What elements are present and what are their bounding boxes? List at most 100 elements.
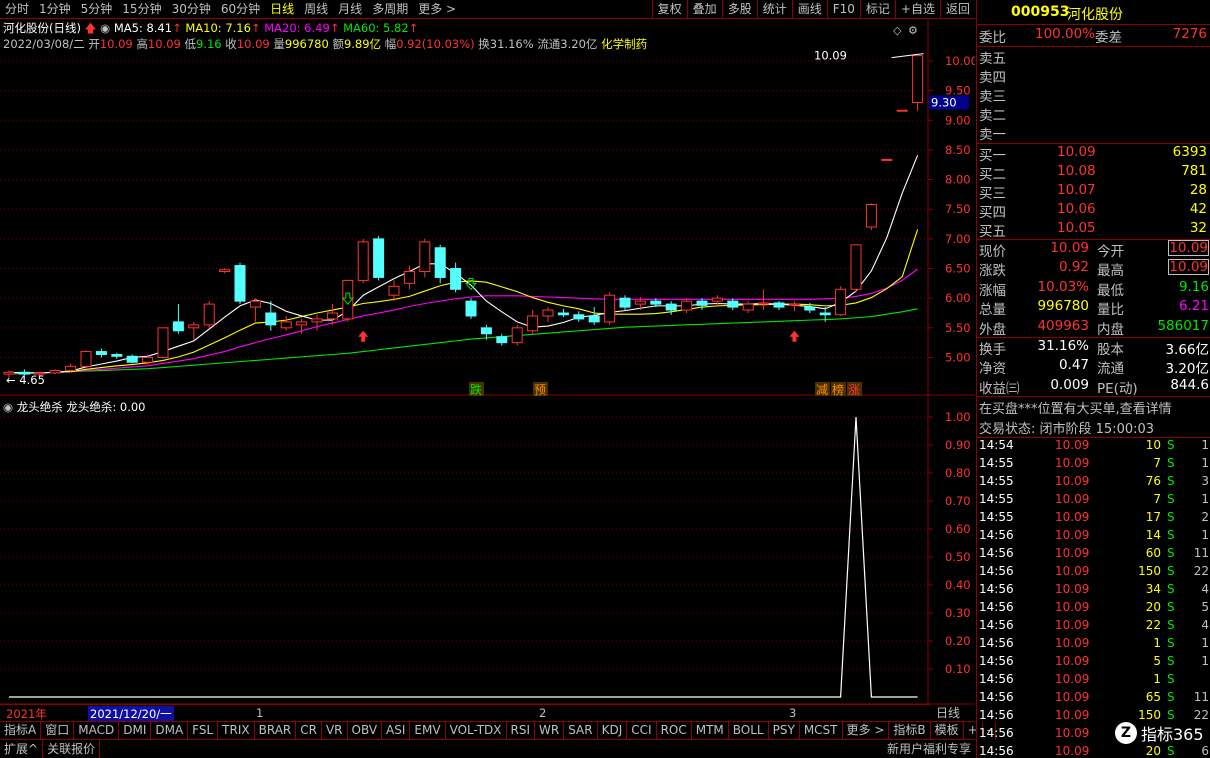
candle [450,262,462,293]
tick-volume: 76 [1145,474,1161,488]
buy-level-1: 买一 10.09 6393 [977,144,1210,164]
timeframe-9[interactable]: 多周期 [367,0,413,18]
indicator-tab-20[interactable]: MTM [692,722,729,739]
timeframe-5[interactable]: 60分钟 [216,0,265,18]
indicator-tab-21[interactable]: BOLL [729,722,769,739]
time-label-cursor: 2021/12/20/一 [88,706,174,722]
timeframe-4[interactable]: 30分钟 [167,0,216,18]
indicator-tab-22[interactable]: PSY [769,722,800,739]
fund-row-2: 收益㈢ 0.009 PE(动) 844.6 [977,377,1210,397]
stat-value: 9.16 [1178,278,1209,295]
tick-side: S [1167,438,1175,452]
indicator-tab-18[interactable]: CCI [627,722,657,739]
candle [511,324,523,346]
period-label[interactable]: 日线 [936,704,976,721]
indicator-tab-4[interactable]: DMA [151,722,189,739]
tick-price: 10.09 [1055,708,1090,722]
fund-label: 股本 [1097,342,1124,358]
buy-level-label: 买三 [979,186,1006,202]
big-order-notice[interactable]: 在买盘***位置有大买单,查看详情 [977,398,1210,417]
timeframe-0[interactable]: 分时 [0,0,34,18]
kline-chart[interactable]: 10.009.509.008.508.007.507.006.506.005.5… [0,20,975,721]
toolbar-button-1[interactable]: 叠加 [686,0,722,19]
time-label-month2: 2 [539,706,547,720]
toolbar-button-0[interactable]: 复权 [651,0,687,19]
candle [95,348,107,358]
indicator-tab-26[interactable]: 模板 [931,722,964,739]
timeframe-8[interactable]: 月线 [333,0,367,18]
stat-label: 量比 [1097,302,1124,319]
tick-side: S [1167,582,1175,596]
indicator-tab-0[interactable]: 指标A [0,722,42,739]
gear-icon[interactable]: ⚙ [908,24,918,37]
tick-price: 10.09 [1055,582,1090,596]
stat-label: 涨幅 [979,282,1006,299]
tick-side: S [1167,672,1175,686]
indicator-tab-23[interactable]: MCST [800,722,843,739]
tick-row: 14:55 10.09 7 S 1 [977,456,1210,474]
sell-arrow-icon [464,277,478,291]
tick-count: 4 [1201,582,1209,596]
sell-level-2: 卖二 [977,104,1210,124]
tick-time: 14:56 [979,600,1014,614]
timeframe-2[interactable]: 5分钟 [76,0,118,18]
indicator-tab-1[interactable]: 窗口 [41,722,75,739]
indicator-tab-17[interactable]: KDJ [598,722,628,739]
sell-level-label: 卖五 [979,51,1006,67]
tick-time: 14:55 [979,474,1014,488]
tick-side: S [1167,654,1175,668]
indicator-tab-13[interactable]: VOL-TDX [446,722,507,739]
indicator-settings-icon[interactable]: ◉ [3,400,13,414]
buy-level-price: 10.07 [1057,182,1096,198]
indicator-tab-6[interactable]: TRIX [218,722,255,739]
indicator-tab-2[interactable]: MACD [74,722,120,739]
stat-value: 0.92 [1058,259,1089,276]
toolbar-button-2[interactable]: 多股 [721,0,757,19]
indicator-tab-7[interactable]: BRAR [255,722,297,739]
indicator-y-tick: 0.70 [945,494,971,508]
indicator-tab-12[interactable]: EMV [410,722,446,739]
signal-label: 涨 [848,382,860,397]
toolbar-button-6[interactable]: 标记 [859,0,895,19]
buy-level-volume: 32 [1189,220,1207,236]
related-quotes-button[interactable]: 关联报价 [43,740,101,758]
toolbar-button-5[interactable]: F10 [826,0,860,19]
indicator-tab-9[interactable]: VR [322,722,348,739]
diamond-icon[interactable]: ◇ [893,24,902,37]
indicator-tab-25[interactable]: 指标B [889,722,931,739]
indicator-tab-5[interactable]: FSL [188,722,219,739]
timeframe-1[interactable]: 1分钟 [34,0,76,18]
indicator-tab-15[interactable]: WR [535,722,565,739]
y-tick-label: 7.50 [945,202,971,216]
buy-level-label: 买五 [979,224,1006,240]
indicator-tab-19[interactable]: ROC [657,722,692,739]
toolbar-button-8[interactable]: 返回 [939,0,975,19]
timeframe-6[interactable]: 日线 [265,0,299,18]
tick-price: 10.09 [1055,546,1090,560]
y-tick-label: 5.50 [945,321,971,335]
candle [188,321,200,340]
indicator-tab-14[interactable]: RSI [507,722,536,739]
indicator-tab-3[interactable]: DMI [119,722,152,739]
toolbar-button-3[interactable]: 统计 [756,0,792,19]
tick-time: 14:55 [979,492,1014,506]
timeframe-10[interactable]: 更多 > [413,0,461,18]
tick-volume: 1 [1153,672,1161,686]
indicator-tab-24[interactable]: 更多 > [843,722,890,739]
indicator-tab-11[interactable]: ASI [382,722,411,739]
indicator-y-tick: 0.90 [945,438,971,452]
ma60-line [8,308,918,375]
toolbar-button-4[interactable]: 画线 [791,0,827,19]
new-user-promo[interactable]: 新用户福利专享 [883,740,975,758]
watermark-text: 指标365 [1141,725,1204,744]
timeframe-7[interactable]: 周线 [299,0,333,18]
toolbar-button-7[interactable]: +自选 [894,0,940,19]
indicator-tab-10[interactable]: OBV [348,722,383,739]
tick-price: 10.09 [1055,600,1090,614]
timeframe-3[interactable]: 15分钟 [117,0,166,18]
indicator-tab-16[interactable]: SAR [564,722,598,739]
y-tick-label: 8.50 [945,143,971,157]
indicator-tab-8[interactable]: CR [296,722,322,739]
expand-button[interactable]: 扩展^ [0,740,44,758]
tick-volume: 7 [1153,456,1161,470]
